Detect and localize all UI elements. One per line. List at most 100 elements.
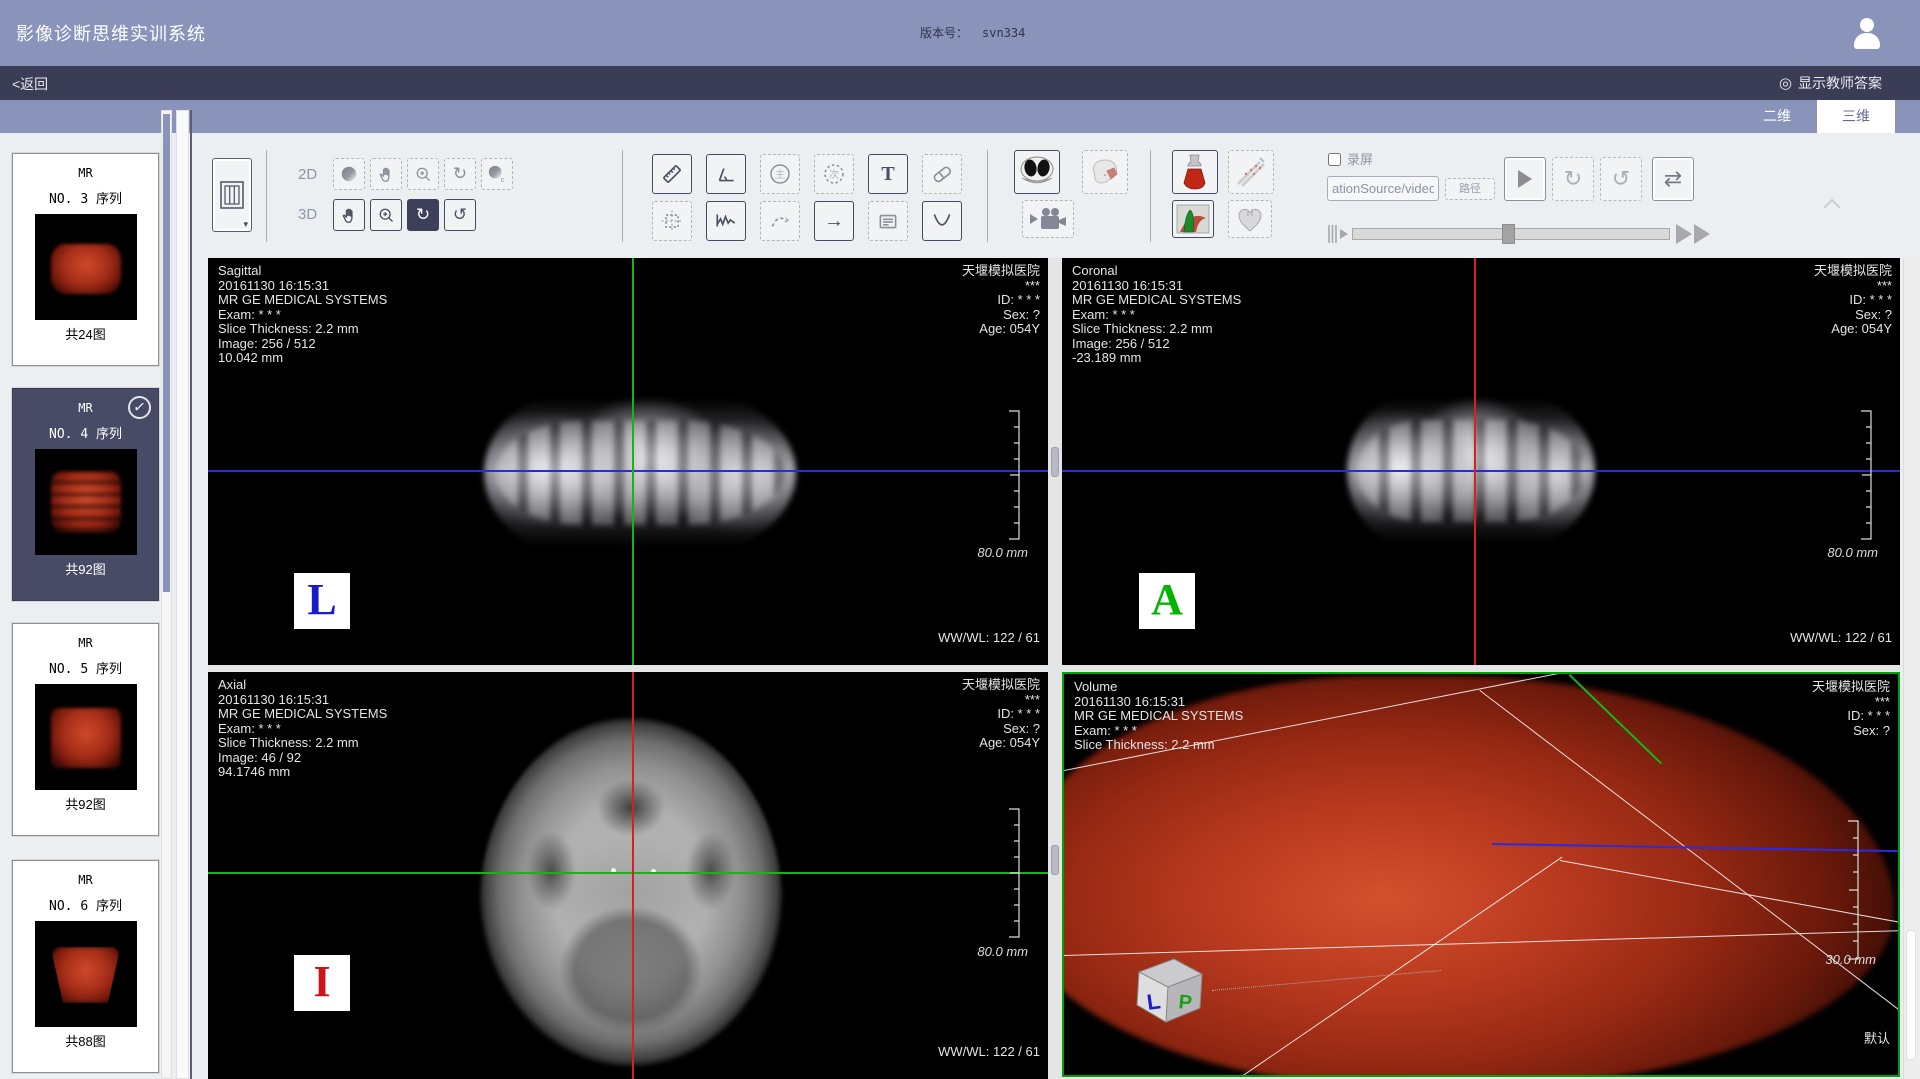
series-render <box>51 947 121 1003</box>
collapse-toolbar-chevron[interactable] <box>1821 196 1843 212</box>
patient-name-masked: *** <box>962 693 1040 708</box>
lung-ct-preset-button[interactable] <box>1014 150 1060 194</box>
show-teacher-answer-label: 显示教师答案 <box>1798 75 1882 91</box>
play-icon <box>1516 169 1534 189</box>
play-button[interactable] <box>1504 157 1546 201</box>
show-teacher-answer-button[interactable]: ◎显示教师答案 <box>1779 73 1882 93</box>
secondary-crosshair-button[interactable]: 次 <box>814 154 854 194</box>
pan-3d-button[interactable] <box>333 199 365 231</box>
curve-tool-button[interactable] <box>706 201 746 241</box>
toolbar-separator <box>987 150 988 242</box>
reset-view-button[interactable]: ↺ <box>444 199 476 231</box>
window-level-reset-button[interactable]: c <box>481 158 513 190</box>
loop-cw-button[interactable]: ↻ <box>1552 157 1594 201</box>
fast-forward-icon[interactable] <box>1674 221 1720 247</box>
tab-3d[interactable]: 三维 <box>1817 100 1895 133</box>
knee-preset-button[interactable] <box>1172 150 1218 194</box>
swap-direction-button[interactable]: ⇄ <box>1652 157 1694 201</box>
export-video-button[interactable] <box>1022 200 1074 238</box>
slice-thickness: Slice Thickness: 2.2 mm <box>1074 738 1243 753</box>
eraser-tool-button[interactable] <box>922 154 962 194</box>
u-curve-tool-button[interactable] <box>922 201 962 241</box>
coronal-sagittal-refline-red[interactable] <box>1474 258 1476 665</box>
video-path-input[interactable] <box>1327 176 1439 201</box>
sidebar-scrollbar-thumb[interactable] <box>163 114 170 592</box>
step-start-icon[interactable] <box>1327 221 1351 247</box>
series-card-6[interactable]: MR NO. 6 序列 共88图 <box>12 860 159 1073</box>
device-name: MR GE MEDICAL SYSTEMS <box>1074 709 1243 724</box>
viewport-axial[interactable]: Axial 20161130 16:15:31 MR GE MEDICAL SY… <box>208 672 1048 1079</box>
rotate-2d-button[interactable]: ↻ <box>444 158 476 190</box>
swap-arrows-icon: ⇄ <box>1664 166 1682 192</box>
roi-rect-tool-button[interactable] <box>652 201 692 241</box>
text-annotation-button[interactable]: T <box>868 154 908 194</box>
layout-select-button[interactable]: ▾ <box>212 158 252 232</box>
arrow-tool-button[interactable]: → <box>814 201 854 241</box>
angle-tool-button[interactable] <box>706 154 746 194</box>
rotate-3d-icon: ↻ <box>416 205 430 225</box>
color-volume-icon <box>1176 204 1210 234</box>
viewport-row-divider[interactable] <box>208 665 1900 672</box>
selected-check-icon: ✓ <box>127 395 153 421</box>
coronal-axial-refline-blue[interactable] <box>1062 470 1900 472</box>
sagittal-axial-refline-blue[interactable] <box>208 470 1048 472</box>
image-index: Image: 256 / 512 <box>1072 337 1241 352</box>
series-count: 共92图 <box>13 559 158 578</box>
record-screen-checkbox[interactable] <box>1328 153 1341 166</box>
user-avatar-icon[interactable] <box>1850 16 1884 50</box>
pan-2d-button[interactable] <box>370 158 402 190</box>
zoom-3d-button[interactable] <box>370 199 402 231</box>
heart-preset-button[interactable] <box>1228 200 1272 238</box>
avatar-head <box>1860 18 1874 32</box>
note-tool-button[interactable] <box>868 201 908 241</box>
primary-crosshair-button[interactable]: 主 <box>760 154 800 194</box>
skeleton-preset-button[interactable] <box>1228 150 1274 194</box>
viewport-sagittal[interactable]: Sagittal 20161130 16:15:31 MR GE MEDICAL… <box>208 258 1048 665</box>
zoom-2d-button[interactable] <box>407 158 439 190</box>
patient-id: ID: * * * <box>962 293 1040 308</box>
series-card-3[interactable]: MR NO. 3 序列 共24图 <box>12 153 159 366</box>
loop-ccw-button[interactable]: ↺ <box>1600 157 1642 201</box>
version-info: 版本号：svn334 <box>920 24 1025 41</box>
viewport-coronal[interactable]: Coronal 20161130 16:15:31 MR GE MEDICAL … <box>1062 258 1900 665</box>
head-render-preset-button[interactable] <box>1082 150 1128 194</box>
divider-grip[interactable] <box>1051 845 1059 875</box>
record-screen-option[interactable]: 录屏 <box>1328 149 1373 168</box>
sidebar-separator <box>190 110 192 1079</box>
patient-sex: Sex: ? <box>1812 724 1890 739</box>
orientation-cube[interactable]: L P <box>1124 952 1210 1036</box>
sagittal-coronal-refline-green[interactable] <box>632 258 634 665</box>
frame-slider-handle[interactable] <box>1502 224 1515 244</box>
viewport-volume-active[interactable]: L P Volume 20161130 16:15:31 MR GE MEDIC… <box>1062 672 1900 1077</box>
series-card-5[interactable]: MR NO. 5 序列 共92图 <box>12 623 159 836</box>
magnifier-plus-icon <box>414 165 433 184</box>
text-tool-icon: T <box>881 163 894 186</box>
lung-ct-icon <box>1018 154 1056 190</box>
head-render-icon <box>1087 155 1123 189</box>
window-level-2d-button[interactable] <box>333 158 365 190</box>
browse-path-button[interactable]: 路径 <box>1445 178 1495 200</box>
loop-cw-icon: ↻ <box>1564 166 1582 192</box>
video-camera-icon <box>1028 206 1068 232</box>
axial-sagittal-refline-red[interactable] <box>632 672 634 1079</box>
back-button[interactable]: <返回 <box>12 74 48 94</box>
right-scrollbar-track[interactable] <box>1903 258 1918 1079</box>
loop-ccw-icon: ↺ <box>1612 166 1630 192</box>
series-card-4-selected[interactable]: ✓ MR NO. 4 序列 共92图 <box>12 388 159 601</box>
color-volume-preset-button[interactable] <box>1172 200 1214 238</box>
rotate-3d-button-active[interactable]: ↻ <box>407 199 439 231</box>
dropdown-caret-icon: ▾ <box>243 219 248 230</box>
axial-coronal-refline-green[interactable] <box>208 872 1048 874</box>
arc-tool-button[interactable] <box>760 201 800 241</box>
ruler-tool-button[interactable] <box>652 154 692 194</box>
series-modality: MR <box>13 873 158 887</box>
series-thumbnail <box>35 921 137 1027</box>
divider-grip[interactable] <box>1051 447 1059 477</box>
u-curve-icon <box>930 209 954 233</box>
tab-2d[interactable]: 二维 <box>1742 100 1812 133</box>
version-value: svn334 <box>982 26 1025 40</box>
svg-text:c: c <box>501 175 505 184</box>
right-scrollbar-thumb[interactable] <box>1906 930 1916 1060</box>
mode-2d-label: 2D <box>298 166 317 183</box>
roi-rect-icon <box>660 209 684 233</box>
